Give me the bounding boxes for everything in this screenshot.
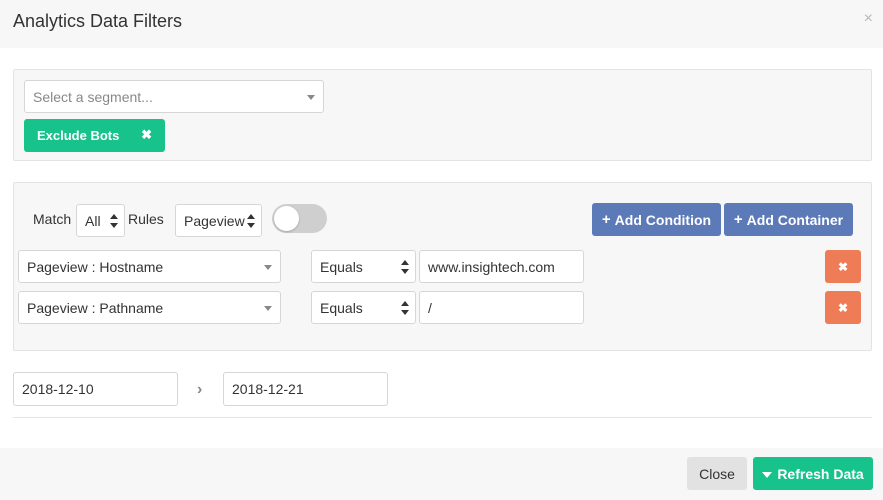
condition-field-select[interactable]: Pageview : Hostname bbox=[18, 250, 281, 283]
arrow-right-icon: › bbox=[197, 381, 203, 398]
condition-value-input[interactable]: www.insightech.com bbox=[419, 250, 584, 283]
condition-value-input[interactable]: / bbox=[419, 291, 584, 324]
condition-value-text: www.insightech.com bbox=[428, 258, 555, 275]
select-arrows-icon bbox=[401, 259, 409, 274]
add-condition-label: Add Condition bbox=[614, 211, 712, 228]
analytics-filters-modal: Analytics Data Filters × Select a segmen… bbox=[0, 0, 883, 500]
segment-select-placeholder: Select a segment... bbox=[33, 88, 153, 105]
close-button[interactable]: Close bbox=[687, 457, 747, 490]
close-button-label: Close bbox=[699, 465, 735, 482]
remove-condition-button[interactable]: ✖ bbox=[825, 291, 861, 324]
segment-tag-exclude-bots: Exclude Bots ✖ bbox=[24, 119, 165, 152]
modal-footer: Close Refresh Data bbox=[0, 448, 883, 500]
refresh-data-button[interactable]: Refresh Data bbox=[753, 457, 873, 490]
scope-select[interactable]: Pageview bbox=[175, 204, 262, 237]
rules-label: Rules bbox=[128, 211, 164, 227]
start-date-value: 2018-12-10 bbox=[22, 381, 94, 397]
segment-tag-label: Exclude Bots bbox=[37, 128, 120, 143]
condition-operator-value: Equals bbox=[320, 299, 363, 316]
modal-title: Analytics Data Filters bbox=[13, 11, 183, 31]
close-icon: ✖ bbox=[837, 300, 849, 315]
match-label: Match bbox=[33, 211, 72, 227]
condition-field-value: Pageview : Hostname bbox=[27, 258, 164, 275]
match-select-value: All bbox=[85, 212, 101, 229]
condition-field-value: Pageview : Pathname bbox=[27, 299, 164, 316]
select-arrows-icon bbox=[401, 300, 409, 315]
modal-header: Analytics Data Filters × bbox=[0, 0, 883, 48]
divider bbox=[13, 417, 872, 418]
match-select[interactable]: All bbox=[76, 204, 125, 237]
scope-select-value: Pageview bbox=[184, 212, 245, 229]
chevron-down-icon bbox=[307, 94, 315, 100]
chevron-down-icon bbox=[264, 264, 272, 270]
add-container-label: Add Container bbox=[746, 211, 844, 228]
rules-panel: Match All Rules Pageview + Add Condition… bbox=[13, 182, 872, 351]
close-icon[interactable]: × bbox=[864, 10, 873, 28]
end-date-input[interactable]: 2018-12-21 bbox=[223, 372, 388, 406]
segment-panel: Select a segment... Exclude Bots ✖ bbox=[13, 69, 872, 161]
add-container-button[interactable]: + Add Container bbox=[724, 203, 853, 236]
condition-field-select[interactable]: Pageview : Pathname bbox=[18, 291, 281, 324]
select-arrows-icon bbox=[110, 213, 118, 228]
close-icon: ✖ bbox=[837, 259, 849, 274]
start-date-input[interactable]: 2018-12-10 bbox=[13, 372, 178, 406]
end-date-value: 2018-12-21 bbox=[232, 381, 304, 397]
condition-operator-value: Equals bbox=[320, 258, 363, 275]
filter-icon bbox=[762, 471, 773, 478]
condition-operator-select[interactable]: Equals bbox=[311, 291, 416, 324]
remove-tag-icon[interactable]: ✖ bbox=[141, 127, 152, 143]
add-condition-button[interactable]: + Add Condition bbox=[592, 203, 721, 236]
remove-condition-button[interactable]: ✖ bbox=[825, 250, 861, 283]
toggle-switch[interactable] bbox=[272, 204, 327, 233]
refresh-data-label: Refresh Data bbox=[777, 465, 864, 482]
chevron-down-icon bbox=[264, 305, 272, 311]
segment-select[interactable]: Select a segment... bbox=[24, 80, 324, 113]
condition-operator-select[interactable]: Equals bbox=[311, 250, 416, 283]
select-arrows-icon bbox=[247, 213, 255, 228]
toggle-knob bbox=[274, 206, 299, 231]
condition-value-text: / bbox=[428, 299, 432, 316]
plus-icon: + bbox=[733, 211, 743, 228]
plus-icon: + bbox=[601, 211, 611, 228]
